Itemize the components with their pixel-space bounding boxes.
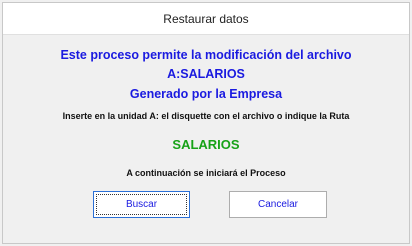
message-line-3: Generado por la Empresa [129,87,283,101]
process-note: A continuación se iniciará el Proceso [126,168,286,178]
search-button[interactable]: Buscar [93,191,190,218]
title-bar: Restaurar datos [3,3,409,35]
message-line-1: Este proceso permite la modificación del… [60,48,352,62]
cancel-button[interactable]: Cancelar [229,191,327,218]
instruction-text: Inserte en la unidad A: el disquette con… [62,111,350,121]
window-title: Restaurar datos [163,12,249,26]
file-name-label: SALARIOS [172,137,240,152]
message-file-path: A:SALARIOS [167,67,245,81]
restore-dialog: Restaurar datos Este proceso permite la … [2,2,410,244]
